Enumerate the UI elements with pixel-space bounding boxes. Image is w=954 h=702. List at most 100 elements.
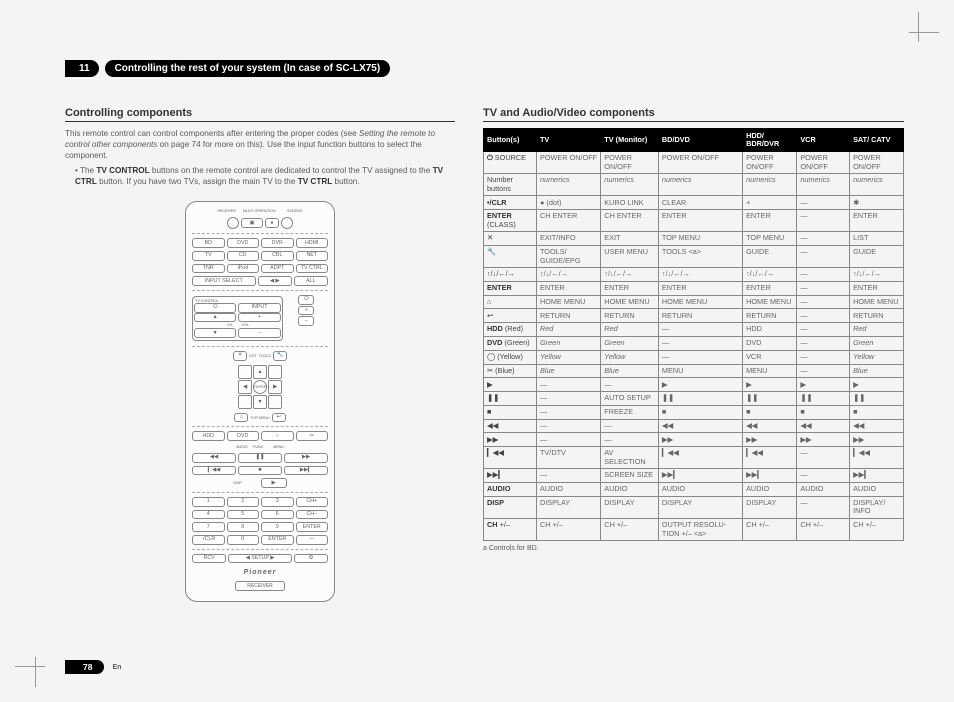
row-button-name: ⏻ SOURCE xyxy=(484,152,537,174)
cell: POWER ON/OFF xyxy=(850,152,904,174)
row-button-name: ▶▶▎ xyxy=(484,469,537,483)
table-row: ENTERENTERENTERENTERENTER—ENTER xyxy=(484,281,904,295)
col-header: HDD/ BDR/DVR xyxy=(743,129,797,152)
table-row: ⏻ SOURCEPOWER ON/OFFPOWER ON/OFFPOWER ON… xyxy=(484,152,904,174)
table-row: ▶▶——▶▶▶▶▶▶▶▶ xyxy=(484,433,904,447)
table-row: ⌂HOME MENUHOME MENUHOME MENUHOME MENU—HO… xyxy=(484,295,904,309)
cell: ENTER xyxy=(658,210,742,232)
table-row: Number buttonsnumericsnumericsnumericsnu… xyxy=(484,174,904,196)
row-button-name: 🔧 xyxy=(484,246,537,268)
heading-controlling-components: Controlling components xyxy=(65,107,455,122)
cell: RETURN xyxy=(850,309,904,323)
cell: ▶▶ xyxy=(850,433,904,447)
cell: HOME MENU xyxy=(743,295,797,309)
cell: Blue xyxy=(536,364,600,378)
cell: GUIDE xyxy=(743,246,797,268)
cell: ■ xyxy=(850,405,904,419)
cell: RETURN xyxy=(536,309,600,323)
cell: ▶▶ xyxy=(743,433,797,447)
table-row: ◯ (Yellow)YellowYellow—VCR—Yellow xyxy=(484,350,904,364)
cell: AUDIO xyxy=(601,483,659,497)
cell: TOP MENU xyxy=(658,232,742,246)
cell: CH +/– xyxy=(850,518,904,540)
cell: HOME MENU xyxy=(536,295,600,309)
cell: ENTER xyxy=(658,281,742,295)
cell: ◀◀ xyxy=(743,419,797,433)
cell: — xyxy=(658,323,742,337)
cell: — xyxy=(797,246,850,268)
cell: DVD xyxy=(743,337,797,351)
table-row: ■—FREEZE■■■■ xyxy=(484,405,904,419)
cell: TOOLS <a> xyxy=(658,246,742,268)
cell: Yellow xyxy=(850,350,904,364)
row-button-name: ❚❚ xyxy=(484,392,537,406)
table-row: ✂ (Blue)BlueBlueMENUMENU—Blue xyxy=(484,364,904,378)
table-row: ↩RETURNRETURNRETURNRETURN—RETURN xyxy=(484,309,904,323)
cell: — xyxy=(797,447,850,469)
cell: — xyxy=(536,469,600,483)
cell: — xyxy=(536,433,600,447)
cell: ENTER xyxy=(601,281,659,295)
cell: — xyxy=(797,309,850,323)
cell: — xyxy=(601,433,659,447)
row-button-name: ↑/↓/←/→ xyxy=(484,268,537,282)
cell: — xyxy=(601,419,659,433)
cell: EXIT xyxy=(601,232,659,246)
cell: ▶ xyxy=(658,378,742,392)
col-header: Button(s) xyxy=(484,129,537,152)
dpad: ▲ ◀ENTER▶ ▼ xyxy=(238,365,282,409)
cell: ENTER xyxy=(850,210,904,232)
cell: — xyxy=(797,469,850,483)
cell: FREEZE xyxy=(601,405,659,419)
remote-illustration: RECEIVER MULTI OPERATION SOURCE ▣● BDDVD… xyxy=(185,201,335,602)
source-power-icon xyxy=(281,217,293,229)
cell: HOME MENU xyxy=(850,295,904,309)
table-row: ENTER (CLASS)CH ENTERCH ENTERENTERENTER—… xyxy=(484,210,904,232)
row-button-name: Number buttons xyxy=(484,174,537,196)
cell: — xyxy=(797,337,850,351)
cell: — xyxy=(536,419,600,433)
table-row: ❚❚—AUTO SETUP❚❚❚❚❚❚❚❚ xyxy=(484,392,904,406)
row-button-name: •/CLR xyxy=(484,196,537,210)
cell: ■ xyxy=(658,405,742,419)
row-button-name: ENTER xyxy=(484,281,537,295)
cell: — xyxy=(536,405,600,419)
page-number: 78 xyxy=(65,660,104,674)
col-header: TV xyxy=(536,129,600,152)
cell: RETURN xyxy=(658,309,742,323)
cell: ▎◀◀ xyxy=(743,447,797,469)
cell: CLEAR xyxy=(658,196,742,210)
cell: — xyxy=(601,378,659,392)
chapter-number: 11 xyxy=(65,60,99,77)
cell: HOME MENU xyxy=(658,295,742,309)
cell: ▶▶ xyxy=(658,433,742,447)
cell: ❚❚ xyxy=(797,392,850,406)
table-row: •/CLR● (dot)KURO LINKCLEAR+—✱ xyxy=(484,196,904,210)
cell: ▶ xyxy=(743,378,797,392)
cell: ▶ xyxy=(850,378,904,392)
cell: ▎◀◀ xyxy=(850,447,904,469)
cell: Yellow xyxy=(601,350,659,364)
cell: CH +/– xyxy=(536,518,600,540)
row-button-name: ▶ xyxy=(484,378,537,392)
cell: ◀◀ xyxy=(850,419,904,433)
row-button-name: ⌂ xyxy=(484,295,537,309)
cell: RETURN xyxy=(601,309,659,323)
cell: — xyxy=(797,210,850,232)
cell: ◀◀ xyxy=(797,419,850,433)
right-column: TV and Audio/Video components Button(s)T… xyxy=(483,107,904,602)
table-footnote: a Controls for BD. xyxy=(483,545,904,552)
cell: numerics xyxy=(536,174,600,196)
function-table: Button(s)TVTV (Monitor)BD/DVDHDD/ BDR/DV… xyxy=(483,128,904,541)
cell: — xyxy=(797,295,850,309)
cell: — xyxy=(658,337,742,351)
cell: POWER ON/OFF xyxy=(797,152,850,174)
cell: LIST xyxy=(850,232,904,246)
cell: Green xyxy=(601,337,659,351)
pioneer-logo: Pioneer xyxy=(192,569,328,576)
col-header: VCR xyxy=(797,129,850,152)
cell: AUDIO xyxy=(536,483,600,497)
cell: AUDIO xyxy=(658,483,742,497)
cell: POWER ON/OFF xyxy=(743,152,797,174)
cell: ↑/↓/←/→ xyxy=(850,268,904,282)
